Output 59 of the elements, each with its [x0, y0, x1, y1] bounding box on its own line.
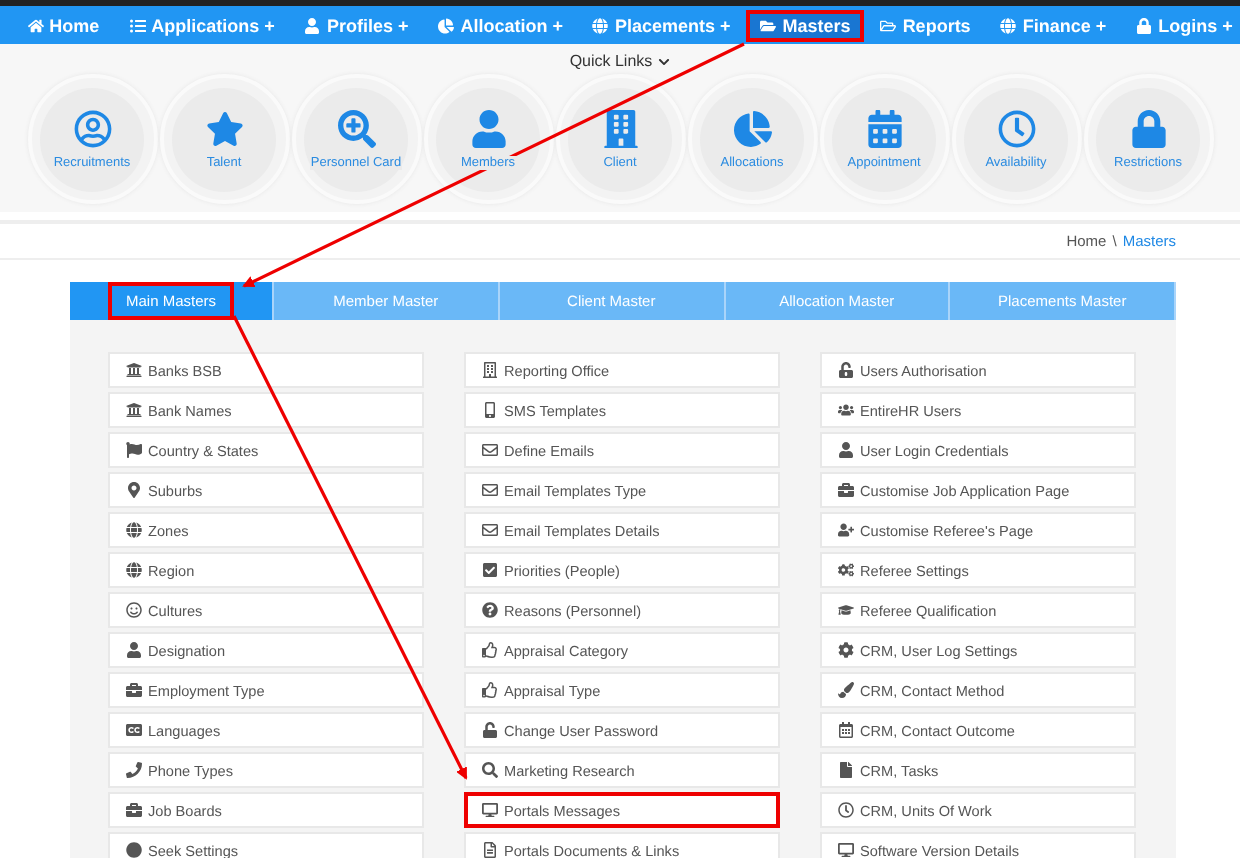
users-icon	[838, 402, 854, 418]
folder-icon	[880, 17, 897, 33]
clock-icon	[997, 109, 1035, 147]
monitor-icon	[482, 802, 498, 818]
zoom-in-icon	[337, 109, 375, 147]
briefcase-icon	[126, 802, 142, 818]
user-icon	[304, 17, 321, 33]
bank-icon	[126, 362, 142, 378]
pie-chart-icon	[438, 17, 455, 33]
thumbs-up-icon	[482, 682, 498, 698]
map-pin-icon	[126, 482, 142, 498]
circle-icon	[126, 842, 142, 858]
globe-icon	[126, 522, 142, 538]
user-plus-icon	[838, 522, 854, 538]
search-icon	[482, 762, 498, 778]
settings-icon	[838, 642, 854, 658]
bank-icon	[126, 402, 142, 418]
unlock-icon	[482, 722, 498, 738]
list-icon	[129, 17, 146, 33]
clock-icon	[838, 802, 854, 818]
file-icon	[838, 762, 854, 778]
cc-icon	[126, 722, 142, 738]
smile-icon	[126, 602, 142, 618]
brush-icon	[838, 682, 854, 698]
unlock-icon	[838, 362, 854, 378]
quick-links-toggle[interactable]: Quick Links	[569, 52, 671, 70]
chevron-down-icon	[658, 55, 671, 67]
home-icon	[27, 17, 44, 33]
star-icon	[205, 109, 243, 147]
building-icon	[601, 109, 639, 147]
nav-menu-item[interactable]: Masters	[748, 11, 863, 39]
folder-icon	[760, 17, 777, 33]
envelope-icon	[482, 522, 498, 538]
briefcase-icon	[838, 482, 854, 498]
pie-chart-icon	[733, 109, 771, 147]
mobile-icon	[482, 402, 498, 418]
user-icon	[469, 109, 507, 147]
building-icon	[482, 362, 498, 378]
calendar-icon	[838, 722, 854, 738]
gears-icon	[838, 562, 854, 578]
flag-icon	[126, 442, 142, 458]
globe-icon	[592, 17, 609, 33]
lock-icon	[1136, 17, 1153, 33]
question-icon	[482, 602, 498, 618]
thumbs-up-icon	[482, 642, 498, 658]
calendar-icon	[865, 109, 903, 147]
envelope-icon	[482, 442, 498, 458]
globe-icon	[1000, 17, 1017, 33]
globe-icon	[126, 562, 142, 578]
phone-icon	[126, 762, 142, 778]
document-icon	[482, 842, 498, 858]
user-icon	[126, 642, 142, 658]
user-icon	[838, 442, 854, 458]
checkbox-icon	[482, 562, 498, 578]
graduation-cap-icon	[838, 602, 854, 618]
lock-icon	[1129, 109, 1167, 147]
envelope-icon	[482, 482, 498, 498]
monitor-icon	[838, 842, 854, 858]
briefcase-icon	[126, 682, 142, 698]
